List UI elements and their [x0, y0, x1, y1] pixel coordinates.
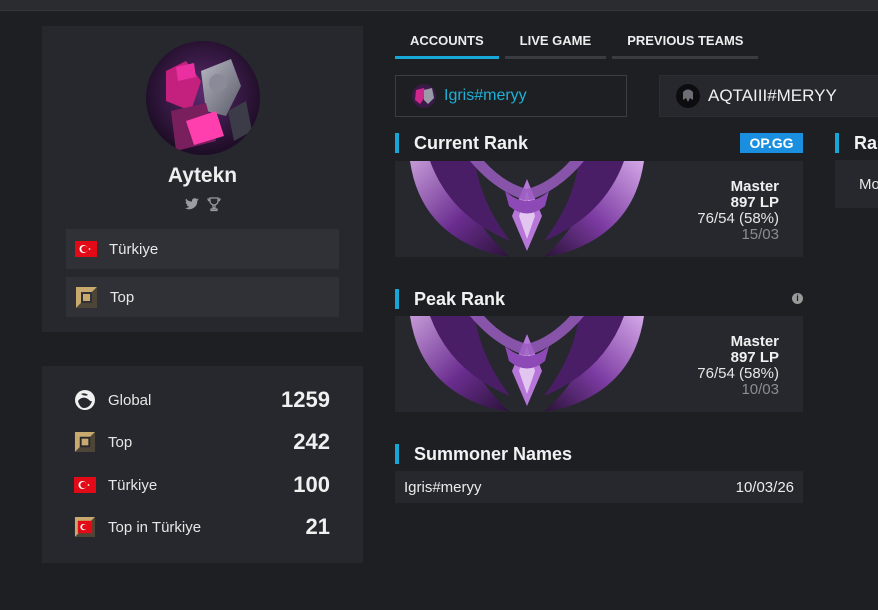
- peak-rank-card: Master 897 LP 76/54 (58%) 10/03: [395, 316, 803, 412]
- ranking-label: Top in Türkiye: [108, 518, 202, 536]
- account-selector-1[interactable]: Igris#meryy: [395, 75, 627, 117]
- account-selector-2[interactable]: AQTAIII#MERYY: [659, 75, 878, 117]
- social-links: [42, 196, 363, 212]
- master-emblem-icon: [410, 161, 644, 257]
- twitter-icon[interactable]: [184, 196, 200, 212]
- rank-record: 76/54 (58%): [697, 365, 779, 382]
- top-lane-icon: [74, 431, 96, 453]
- ranking-value: 21: [305, 514, 330, 539]
- rank-lp: 897 LP: [730, 349, 779, 366]
- ranking-value: 1259: [281, 387, 330, 412]
- ranking-row-global: Global 1259: [74, 386, 330, 414]
- summoner-name-date: 10/03/26: [735, 478, 794, 496]
- edge-panel-heading: Ra: [835, 133, 878, 153]
- top-lane-icon: [75, 286, 98, 309]
- top-turkey-icon: [74, 516, 96, 538]
- trophy-icon[interactable]: [206, 196, 222, 212]
- account-avatar-icon: [412, 84, 436, 108]
- ranking-row-role: Top 242: [74, 428, 330, 456]
- edge-panel-text: Mo: [859, 176, 878, 193]
- account-name: Igris#meryy: [444, 87, 527, 104]
- top-bar: [0, 0, 878, 11]
- summoner-name-row: Igris#meryy 10/03/26: [395, 471, 803, 503]
- ranking-row-role-country: Top in Türkiye 21: [74, 513, 330, 541]
- ranking-row-country: Türkiye 100: [74, 471, 330, 499]
- profile-card: Aytekn Türkiye Top: [42, 26, 363, 332]
- account-avatar-icon: [676, 84, 700, 108]
- turkey-flag-icon: [75, 241, 97, 257]
- tab-live-game[interactable]: LIVE GAME: [504, 28, 607, 59]
- tab-previous-teams[interactable]: PREVIOUS TEAMS: [612, 28, 759, 59]
- rank-tier: Master: [730, 333, 779, 350]
- ranking-label: Top: [108, 433, 133, 451]
- ranking-label: Global: [108, 391, 152, 409]
- master-emblem-icon: [410, 316, 644, 412]
- rank-lp: 897 LP: [730, 194, 779, 211]
- turkey-flag-icon: [74, 477, 96, 493]
- country-label: Türkiye: [109, 240, 159, 258]
- rankings-card: Global 1259 Top 242 Türkiye 100 Top in T…: [42, 366, 363, 563]
- country-row: Türkiye: [66, 229, 339, 269]
- info-icon[interactable]: i: [792, 293, 803, 304]
- opgg-link-button[interactable]: OP.GG: [740, 133, 803, 153]
- rank-date: 15/03: [741, 226, 779, 243]
- player-avatar: [146, 41, 260, 155]
- summoner-names-heading: Summoner Names: [395, 444, 572, 464]
- ranking-label: Türkiye: [108, 476, 158, 494]
- player-name: Aytekn: [167, 164, 238, 187]
- ranking-value: 100: [293, 472, 330, 497]
- peak-rank-stats: Master 897 LP 76/54 (58%) 10/03: [697, 334, 779, 398]
- current-rank-stats: Master 897 LP 76/54 (58%) 15/03: [697, 179, 779, 243]
- role-row: Top: [66, 277, 339, 317]
- rank-record: 76/54 (58%): [697, 210, 779, 227]
- rank-date: 10/03: [741, 381, 779, 398]
- ranking-value: 242: [293, 429, 330, 454]
- peak-rank-heading: Peak Rank: [395, 289, 505, 309]
- tab-bar: ACCOUNTS LIVE GAME PREVIOUS TEAMS: [395, 28, 759, 59]
- role-label: Top: [110, 288, 135, 306]
- globe-icon: [74, 389, 96, 411]
- edge-panel-card: Mo: [835, 160, 878, 208]
- current-rank-card: Master 897 LP 76/54 (58%) 15/03: [395, 161, 803, 257]
- account-name: AQTAIII#MERYY: [708, 86, 837, 105]
- tab-accounts[interactable]: ACCOUNTS: [395, 28, 499, 59]
- rank-tier: Master: [730, 178, 779, 195]
- summoner-name: Igris#meryy: [404, 478, 482, 496]
- current-rank-heading: Current Rank: [395, 133, 528, 153]
